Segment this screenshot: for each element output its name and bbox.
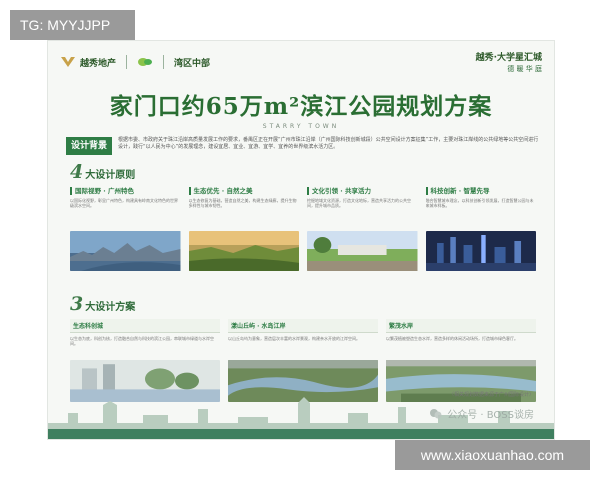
principle-text: 以生态修复为基础，营造自然之美，构建生态绿廊，提升生物多样性与城市韧性。: [188, 198, 297, 208]
principle-title: 国际视野 · 广州特色: [70, 187, 181, 195]
project-logo: 越秀·大学星汇城 德 暖 华 庭: [476, 50, 542, 74]
plans-number: 3: [70, 293, 84, 315]
brand-divider: [163, 55, 165, 69]
yuexiu-brand-name: 越秀地产: [80, 58, 117, 69]
brand-divider: [126, 55, 128, 69]
watermark-text: 公众号 · BOSS谈房: [447, 410, 534, 421]
city-river-photo: [70, 231, 181, 271]
plan-text: 以繁茂植被塑造生态水岸，营造多样的休闲活动场所，打造城市绿色客厅。: [386, 336, 518, 341]
partner-logo: [137, 55, 153, 69]
background-section: 设计背景 根据市委、市政府关于珠江沿岸高质量发展工作的要求，番禺区正在开展“广州…: [66, 137, 540, 155]
principles-heading: 4 大设计原则: [70, 161, 135, 183]
principles-grid: 国际视野 · 广州特色 以国际化视野，彰显广州特色，构建具有岭南文化特色的世界级…: [70, 187, 536, 271]
night-skyline-photo: [425, 231, 536, 271]
plan-title: 漾山丘屿 · 水岛江岸: [228, 319, 378, 333]
principle-card: 文化引领 · 共享活力 挖掘地域文化资源，打造文化地标，营造共享活力的公共空间，…: [307, 187, 418, 271]
plans-heading: 3 大设计方案: [70, 293, 135, 315]
principle-text: 以国际化视野，彰显广州特色，构建具有岭南文化特色的世界级滨水空间。: [70, 198, 178, 208]
yuexiu-icon: [61, 57, 75, 67]
principles-label: 大设计原则: [85, 170, 136, 181]
principle-card: 生态优先 · 自然之美 以生态修复为基础，营造自然之美，构建生态绿廊，提升生物多…: [188, 187, 300, 271]
principles-number: 4: [70, 161, 84, 183]
plan-text: 以生态为底，科创为核，打造融合自然与科技的滨江公园，串联城市绿道与水岸空间。: [70, 336, 214, 346]
plan-card: 繁茂水岸 以繁茂植被塑造生态水岸，营造多样的休闲活动场所，打造城市绿色客厅。: [386, 319, 536, 402]
principle-title: 科技创新 · 智慧先导: [425, 187, 537, 195]
project-subname: 德 暖 华 庭: [507, 65, 542, 73]
poster: 越秀地产 湾区中部 越秀·大学星汇城 德 暖 华 庭 家门口约65万m²滨江公园…: [47, 40, 555, 440]
bottom-right-tag: www.xiaoxuanhao.com: [395, 440, 590, 470]
principle-text: 挖掘地域文化资源，打造文化地标，营造共享活力的公共空间，提升城市品质。: [307, 198, 411, 208]
plan-title: 繁茂水岸: [386, 319, 536, 333]
plan-card: 漾山丘屿 · 水岛江岸 以山丘岛屿为意象，营造层次丰富的水岸景观，构建亲水开放的…: [228, 319, 378, 402]
leaf-logo-icon: [138, 58, 153, 66]
principle-title: 文化引领 · 共享活力: [307, 187, 418, 195]
background-label: 设计背景: [66, 137, 113, 155]
background-text: 根据市委、市政府关于珠江沿岸高质量发展工作的要求，番禺区正在开展“广州市珠江沿岸…: [118, 137, 539, 150]
project-name: 越秀·大学星汇城: [475, 53, 542, 63]
wechat-icon: [430, 408, 442, 418]
principle-card: 国际视野 · 广州特色 以国际化视野，彰显广州特色，构建具有岭南文化特色的世界级…: [70, 187, 181, 271]
plans-grid: 生态科创城 以生态为底，科创为核，打造融合自然与科技的滨江公园，串联城市绿道与水…: [70, 319, 536, 402]
watermark: 公众号 · BOSS谈房: [429, 406, 534, 421]
plan-title: 生态科创城: [70, 319, 220, 333]
sunset-park-photo: [188, 231, 299, 271]
plan-card: 生态科创城 以生态为底，科创为核，打造融合自然与科技的滨江公园，串联城市绿道与水…: [70, 319, 220, 402]
brand-bar: 越秀地产 湾区中部 越秀·大学星汇城 德 暖 华 庭: [60, 49, 542, 75]
region-name: 湾区中部: [174, 58, 211, 69]
plans-label: 大设计方案: [85, 302, 136, 313]
plaza-photo: [307, 231, 418, 271]
principle-card: 科技创新 · 智慧先导 融合智慧城市理念，以科技创新引领发展，打造智慧公园与未来…: [425, 187, 537, 271]
region-label: 湾区中部: [174, 56, 210, 69]
yuexiu-logo: 越秀地产: [60, 55, 116, 69]
principle-text: 融合智慧城市理念，以科技创新引领发展，打造智慧公园与未来城市样板。: [425, 198, 534, 208]
top-left-tag: TG: MYYJJPP: [10, 10, 135, 40]
poster-title: 家门口约65万m²滨江公园规划方案: [109, 93, 493, 120]
poster-subtitle: STARRY TOWN: [262, 123, 340, 130]
principle-title: 生态优先 · 自然之美: [188, 187, 300, 195]
plan-text: 以山丘岛屿为意象，营造层次丰富的水岸景观，构建亲水开放的江岸空间。: [228, 336, 360, 341]
